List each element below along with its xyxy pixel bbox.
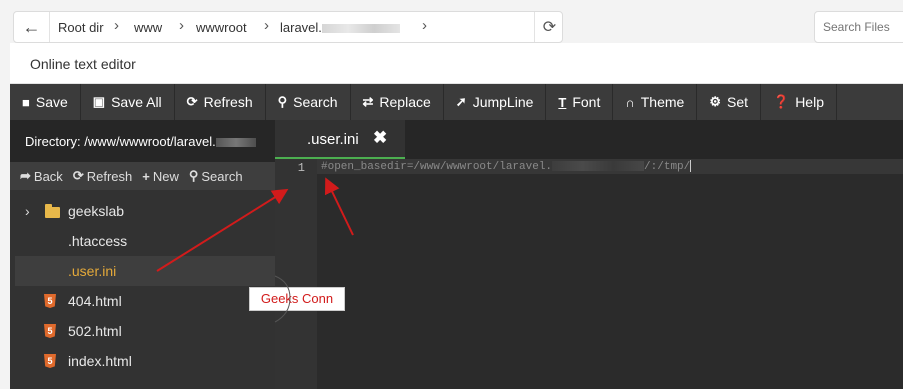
list-item-folder[interactable]: › geekslab bbox=[15, 196, 275, 226]
help-icon: ❓ bbox=[773, 94, 790, 109]
file-list: › geekslab .htaccess .user.ini 5 404.htm… bbox=[10, 196, 275, 376]
arrow-left-icon[interactable]: ← bbox=[14, 12, 50, 42]
pin-icon: ➚ bbox=[455, 94, 467, 109]
sidebar-actions: ➦ Back ⟳ Refresh + New ⚲ Search bbox=[10, 162, 275, 190]
list-item[interactable]: 5 index.html bbox=[15, 346, 275, 376]
close-icon[interactable]: ✖ bbox=[373, 128, 387, 148]
set-button[interactable]: ⚙ Set bbox=[697, 84, 761, 120]
refresh-icon: ⟳ bbox=[72, 168, 84, 183]
breadcrumb-item-root[interactable]: Root dir bbox=[58, 20, 104, 35]
font-icon: T bbox=[558, 94, 567, 110]
html5-icon: 5 bbox=[44, 324, 56, 338]
directory-path: Directory: /www/wwwroot/laravel. bbox=[10, 120, 275, 162]
redacted-text bbox=[321, 24, 400, 34]
line-gutter: 1 bbox=[275, 159, 317, 389]
chevron-right-icon: › bbox=[114, 17, 119, 34]
list-item-selected[interactable]: .user.ini bbox=[15, 256, 275, 286]
font-button[interactable]: T Font bbox=[546, 84, 614, 120]
magnet-icon: ∩ bbox=[625, 94, 635, 110]
chevron-right-icon: › bbox=[264, 17, 269, 34]
refresh-icon: ⟳ bbox=[186, 94, 198, 109]
sidebar-refresh-button[interactable]: ⟳ Refresh bbox=[73, 168, 132, 184]
list-item[interactable]: 5 502.html bbox=[15, 316, 275, 346]
list-item[interactable]: 5 404.html bbox=[15, 286, 275, 316]
search-button[interactable]: ⚲ Search bbox=[266, 84, 351, 120]
breadcrumb-item-laravel[interactable]: laravel. bbox=[280, 20, 400, 35]
code-area[interactable]: #open_basedir=/www/wwwroot/laravel./:/tm… bbox=[317, 159, 903, 389]
sidebar-search-button[interactable]: ⚲ Search bbox=[189, 168, 243, 184]
code-line: #open_basedir=/www/wwwroot/laravel./:/tm… bbox=[321, 160, 692, 173]
breadcrumb-item-www[interactable]: www bbox=[134, 20, 162, 35]
replace-button[interactable]: ⇄ Replace bbox=[351, 84, 444, 120]
save-icon: ■ bbox=[22, 94, 30, 110]
breadcrumb: ← Root dir › www › wwwroot › laravel. › … bbox=[13, 11, 563, 43]
editor-toolbar: ■ Save ▣ Save All ⟳ Refresh ⚲ Search ⇄ Replac… bbox=[10, 84, 903, 120]
text-cursor bbox=[690, 160, 692, 172]
jumpline-button[interactable]: ➚ JumpLine bbox=[444, 84, 547, 120]
redacted-text bbox=[552, 161, 645, 171]
editor-titlebar: Online text editor bbox=[10, 43, 903, 84]
new-button[interactable]: + New bbox=[142, 169, 179, 184]
back-button[interactable]: ➦ Back bbox=[20, 168, 63, 184]
refresh-button[interactable]: ⟳ Refresh bbox=[175, 84, 266, 120]
search-icon: ⚲ bbox=[188, 168, 199, 183]
html5-icon: 5 bbox=[44, 354, 56, 368]
breadcrumb-item-wwwroot[interactable]: wwwroot bbox=[196, 20, 247, 35]
line-number: 1 bbox=[297, 161, 305, 175]
chevron-right-icon[interactable]: › bbox=[25, 196, 30, 226]
theme-button[interactable]: ∩ Theme bbox=[613, 84, 698, 120]
help-button[interactable]: ❓ Help bbox=[761, 84, 837, 120]
tab-user-ini[interactable]: .user.ini ✖ bbox=[275, 120, 405, 159]
replace-icon: ⇄ bbox=[362, 94, 374, 109]
search-icon: ⚲ bbox=[277, 94, 288, 109]
editor-title: Online text editor bbox=[30, 56, 136, 72]
tab-bar: .user.ini ✖ bbox=[275, 120, 903, 159]
save-button[interactable]: ■ Save bbox=[10, 84, 81, 120]
save-all-icon: ▣ bbox=[92, 94, 106, 109]
save-all-button[interactable]: ▣ Save All bbox=[81, 84, 175, 120]
search-files-input[interactable] bbox=[814, 11, 903, 43]
folder-icon bbox=[45, 204, 60, 218]
editor-window: Online text editor ■ Save ▣ Save All ⟳ Refr… bbox=[10, 43, 903, 389]
refresh-icon[interactable]: ⟳ bbox=[534, 12, 564, 42]
gear-icon: ⚙ bbox=[709, 94, 721, 109]
plus-icon: + bbox=[142, 168, 150, 184]
back-arrow-icon: ➦ bbox=[20, 168, 31, 183]
breadcrumb-bar: ← Root dir › www › wwwroot › laravel. › … bbox=[0, 0, 903, 46]
annotation-callout: Geeks Conn bbox=[249, 287, 345, 311]
screen: ← Root dir › www › wwwroot › laravel. › … bbox=[0, 0, 903, 389]
chevron-right-icon: › bbox=[179, 17, 184, 34]
redacted-text bbox=[215, 138, 256, 148]
list-item[interactable]: .htaccess bbox=[15, 226, 275, 256]
file-sidebar: Directory: /www/wwwroot/laravel. ➦ Back ⟳… bbox=[10, 120, 275, 389]
chevron-right-icon: › bbox=[422, 17, 427, 34]
html5-icon: 5 bbox=[44, 294, 56, 308]
